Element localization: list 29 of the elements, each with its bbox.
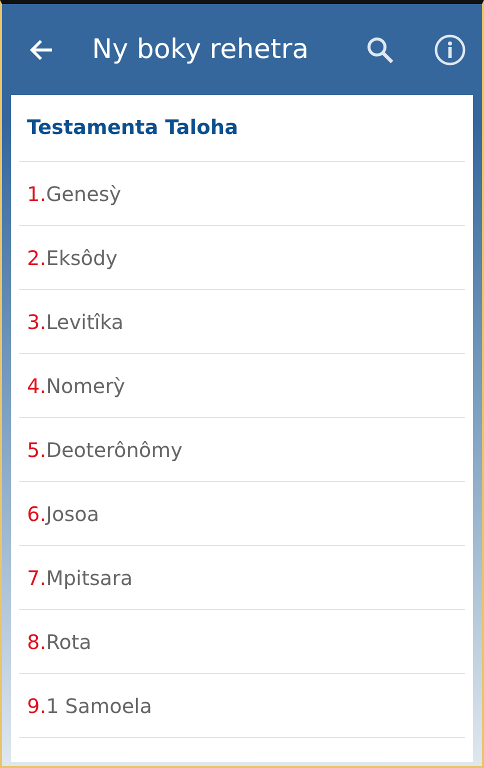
book-name: Mpitsara	[46, 566, 133, 590]
book-item[interactable]: 9.1 Samoela	[19, 674, 465, 738]
book-name: Eksôdy	[46, 246, 118, 270]
book-item[interactable]: 4.Nomerỳ	[19, 354, 465, 418]
book-number: 5.	[27, 438, 46, 462]
book-number: 4.	[27, 374, 46, 398]
book-name: Josoa	[46, 502, 100, 526]
book-name: Genesỳ	[46, 182, 122, 206]
book-number: 7.	[27, 566, 46, 590]
book-name: 1 Samoela	[46, 694, 152, 718]
book-item[interactable]: 7.Mpitsara	[19, 546, 465, 610]
book-name: Deoterônômy	[46, 438, 182, 462]
book-number: 1.	[27, 182, 46, 206]
book-item[interactable]: 5.Deoterônômy	[19, 418, 465, 482]
book-number: 2.	[27, 246, 46, 270]
book-name: Rota	[46, 630, 92, 654]
book-item[interactable]: 2.Eksôdy	[19, 226, 465, 290]
book-item[interactable]: 3.Levitîka	[19, 290, 465, 354]
book-number: 6.	[27, 502, 46, 526]
book-name: Levitîka	[46, 310, 124, 334]
book-item[interactable]: 6.Josoa	[19, 482, 465, 546]
book-item[interactable]: 1.Genesỳ	[19, 162, 465, 226]
app-bar-title: Ny boky rehetra	[92, 34, 310, 65]
book-number: 3.	[27, 310, 46, 334]
book-item[interactable]: 8.Rota	[19, 610, 465, 674]
book-number: 9.	[27, 694, 46, 718]
book-name: Nomerỳ	[46, 374, 126, 398]
section-heading: Testamenta Taloha	[19, 95, 465, 162]
book-number: 8.	[27, 630, 46, 654]
